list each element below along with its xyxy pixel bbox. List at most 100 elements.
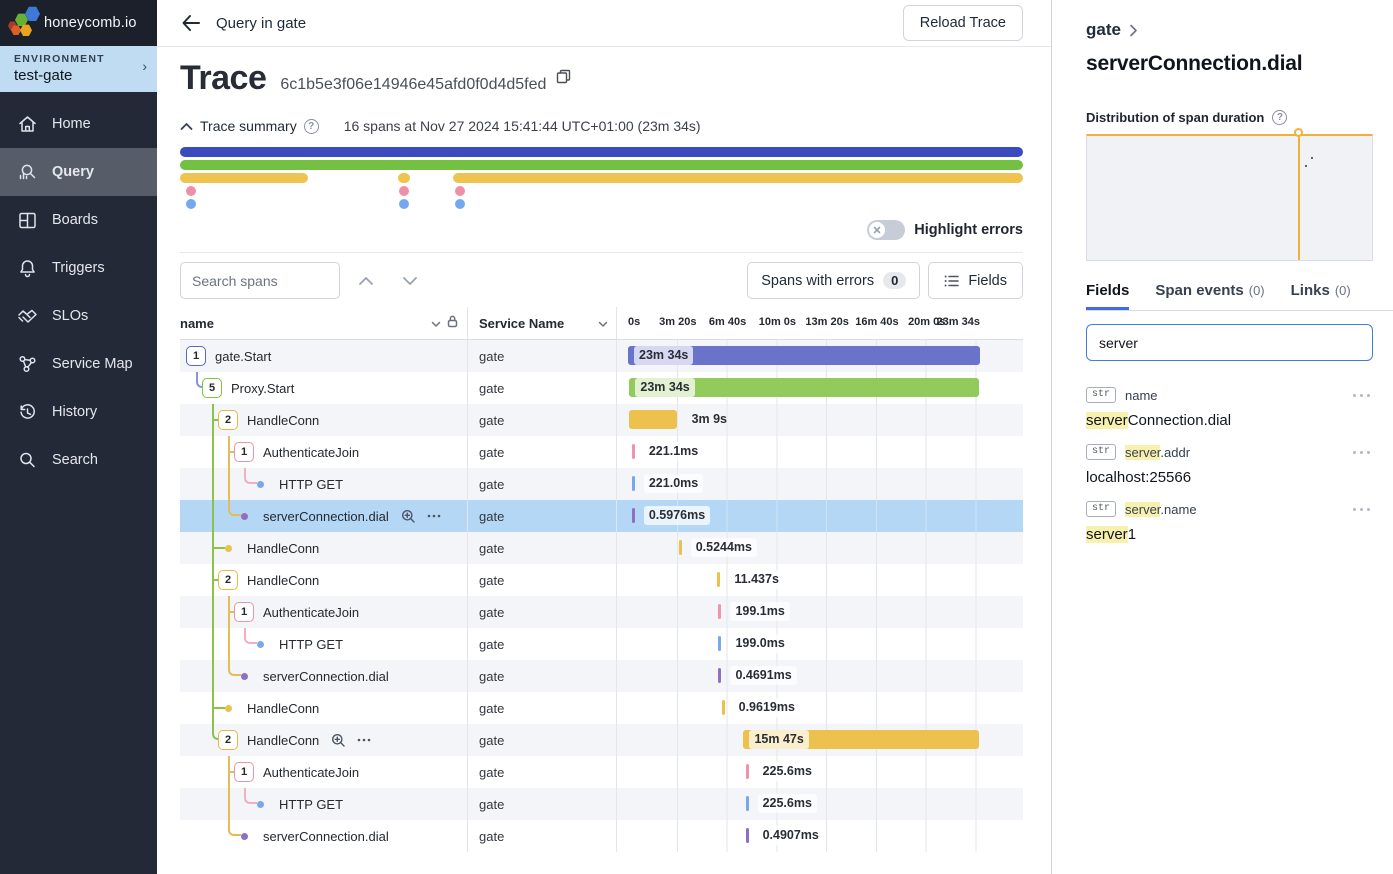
chevron-up-icon[interactable]: [180, 118, 193, 134]
span-duration-tick[interactable]: [679, 540, 682, 555]
span-duration-tick[interactable]: [746, 796, 749, 811]
tab-span-events[interactable]: Span events(0): [1155, 282, 1264, 310]
child-count-badge[interactable]: 1: [186, 346, 206, 366]
search-icon: [17, 450, 38, 471]
lock-icon[interactable]: [447, 315, 458, 331]
span-name-label[interactable]: AuthenticateJoin: [263, 765, 359, 780]
span-row[interactable]: 5Proxy.Startgate23m 34s: [180, 372, 1023, 404]
child-count-badge[interactable]: 2: [218, 410, 238, 430]
span-name-label[interactable]: HTTP GET: [279, 477, 343, 492]
field-menu-button[interactable]: [1353, 505, 1373, 515]
fields-button[interactable]: Fields: [928, 262, 1023, 299]
service-name-column-header[interactable]: Service Name: [479, 316, 564, 331]
child-count-badge[interactable]: 1: [234, 762, 254, 782]
span-name-label[interactable]: HandleConn: [247, 701, 319, 716]
span-name-label[interactable]: serverConnection.dial: [263, 669, 389, 684]
search-spans-input[interactable]: [180, 262, 340, 299]
tab-fields[interactable]: Fields: [1086, 282, 1129, 310]
highlight-errors-toggle[interactable]: [867, 220, 905, 240]
field-menu-button[interactable]: [1353, 391, 1373, 401]
span-row[interactable]: serverConnection.dialgate0.4691ms: [180, 660, 1023, 692]
span-duration-tick[interactable]: [718, 604, 721, 619]
sidebar-item-triggers[interactable]: Triggers: [0, 244, 157, 292]
help-icon[interactable]: ?: [1272, 110, 1287, 125]
previous-match-button[interactable]: [348, 263, 384, 299]
span-row[interactable]: HTTP GETgate225.6ms: [180, 788, 1023, 820]
span-name-label[interactable]: HandleConn: [247, 413, 319, 428]
span-row[interactable]: 1gate.Startgate23m 34s: [180, 340, 1023, 372]
breadcrumb-service[interactable]: gate: [1086, 20, 1121, 40]
help-icon[interactable]: ?: [304, 119, 319, 134]
timeline-cell: 221.1ms: [617, 436, 1023, 468]
duration-distribution-chart[interactable]: [1086, 134, 1373, 261]
span-row[interactable]: HandleConngate0.9619ms: [180, 692, 1023, 724]
span-name-label[interactable]: serverConnection.dial: [263, 509, 389, 524]
child-count-badge[interactable]: 1: [234, 442, 254, 462]
chevron-down-icon[interactable]: [431, 316, 441, 331]
environment-switcher[interactable]: ENVIRONMENT test-gate ›: [0, 46, 157, 92]
child-count-badge[interactable]: 5: [202, 378, 222, 398]
span-row[interactable]: 2HandleConngate15m 47s: [180, 724, 1023, 756]
span-duration-bar[interactable]: [629, 410, 676, 429]
span-row[interactable]: 1AuthenticateJoingate199.1ms: [180, 596, 1023, 628]
span-row[interactable]: HTTP GETgate199.0ms: [180, 628, 1023, 660]
tab-links[interactable]: Links(0): [1291, 282, 1351, 310]
back-arrow-icon[interactable]: [180, 12, 202, 34]
field-menu-button[interactable]: [1353, 448, 1373, 458]
spans-with-errors-button[interactable]: Spans with errors 0: [747, 262, 920, 299]
span-row[interactable]: serverConnection.dialgate0.4907ms: [180, 820, 1023, 852]
span-duration-tick[interactable]: [718, 636, 721, 651]
span-name-label[interactable]: AuthenticateJoin: [263, 445, 359, 460]
chevron-down-icon[interactable]: [598, 316, 608, 331]
chevron-right-icon: [1129, 24, 1138, 37]
duration-label: 221.0ms: [644, 474, 703, 493]
span-name-label[interactable]: AuthenticateJoin: [263, 605, 359, 620]
span-duration-tick[interactable]: [717, 572, 720, 587]
zoom-in-icon[interactable]: [331, 733, 346, 748]
span-name-label[interactable]: HTTP GET: [279, 797, 343, 812]
zoom-in-icon[interactable]: [401, 509, 416, 524]
sidebar-item-service-map[interactable]: Service Map: [0, 340, 157, 388]
span-bullet-icon: [241, 513, 248, 520]
span-duration-tick[interactable]: [632, 476, 635, 491]
span-name-label[interactable]: serverConnection.dial: [263, 829, 389, 844]
child-count-badge[interactable]: 1: [234, 602, 254, 622]
sidebar-item-query[interactable]: Query: [0, 148, 157, 196]
name-column-header[interactable]: name: [180, 316, 214, 331]
span-name-label[interactable]: HTTP GET: [279, 637, 343, 652]
honeycomb-logo[interactable]: honeycomb.io: [0, 0, 157, 46]
span-duration-tick[interactable]: [722, 700, 725, 715]
span-duration-tick[interactable]: [746, 828, 749, 843]
span-duration-tick[interactable]: [746, 764, 749, 779]
more-options-icon[interactable]: [357, 738, 371, 742]
span-row[interactable]: HandleConngate0.5244ms: [180, 532, 1023, 564]
span-row[interactable]: 1AuthenticateJoingate221.1ms: [180, 436, 1023, 468]
span-duration-tick[interactable]: [632, 444, 635, 459]
span-row[interactable]: 2HandleConngate11.437s: [180, 564, 1023, 596]
span-row[interactable]: serverConnection.dialgate0.5976ms: [180, 500, 1023, 532]
child-count-badge[interactable]: 2: [218, 570, 238, 590]
sidebar-item-boards[interactable]: Boards: [0, 196, 157, 244]
trace-minimap[interactable]: [180, 147, 1023, 209]
span-row[interactable]: HTTP GETgate221.0ms: [180, 468, 1023, 500]
reload-trace-button[interactable]: Reload Trace: [903, 5, 1023, 41]
span-name-label[interactable]: HandleConn: [247, 541, 319, 556]
span-duration-tick[interactable]: [718, 668, 721, 683]
span-name-label[interactable]: HandleConn: [247, 573, 319, 588]
sidebar-item-home[interactable]: Home: [0, 100, 157, 148]
span-row[interactable]: 1AuthenticateJoingate225.6ms: [180, 756, 1023, 788]
span-name-label[interactable]: gate.Start: [215, 349, 271, 364]
child-count-badge[interactable]: 2: [218, 730, 238, 750]
span-row[interactable]: 2HandleConngate3m 9s: [180, 404, 1023, 436]
copy-icon[interactable]: [556, 69, 571, 89]
span-name-label[interactable]: Proxy.Start: [231, 381, 294, 396]
span-duration-tick[interactable]: [632, 508, 635, 523]
more-options-icon[interactable]: [427, 514, 441, 518]
field-search-input[interactable]: [1086, 324, 1373, 361]
sidebar-item-search[interactable]: Search: [0, 436, 157, 484]
span-name-label[interactable]: HandleConn: [247, 733, 319, 748]
trace-summary-label[interactable]: Trace summary: [200, 118, 297, 134]
next-match-button[interactable]: [392, 263, 428, 299]
sidebar-item-slos[interactable]: SLOs: [0, 292, 157, 340]
sidebar-item-history[interactable]: History: [0, 388, 157, 436]
